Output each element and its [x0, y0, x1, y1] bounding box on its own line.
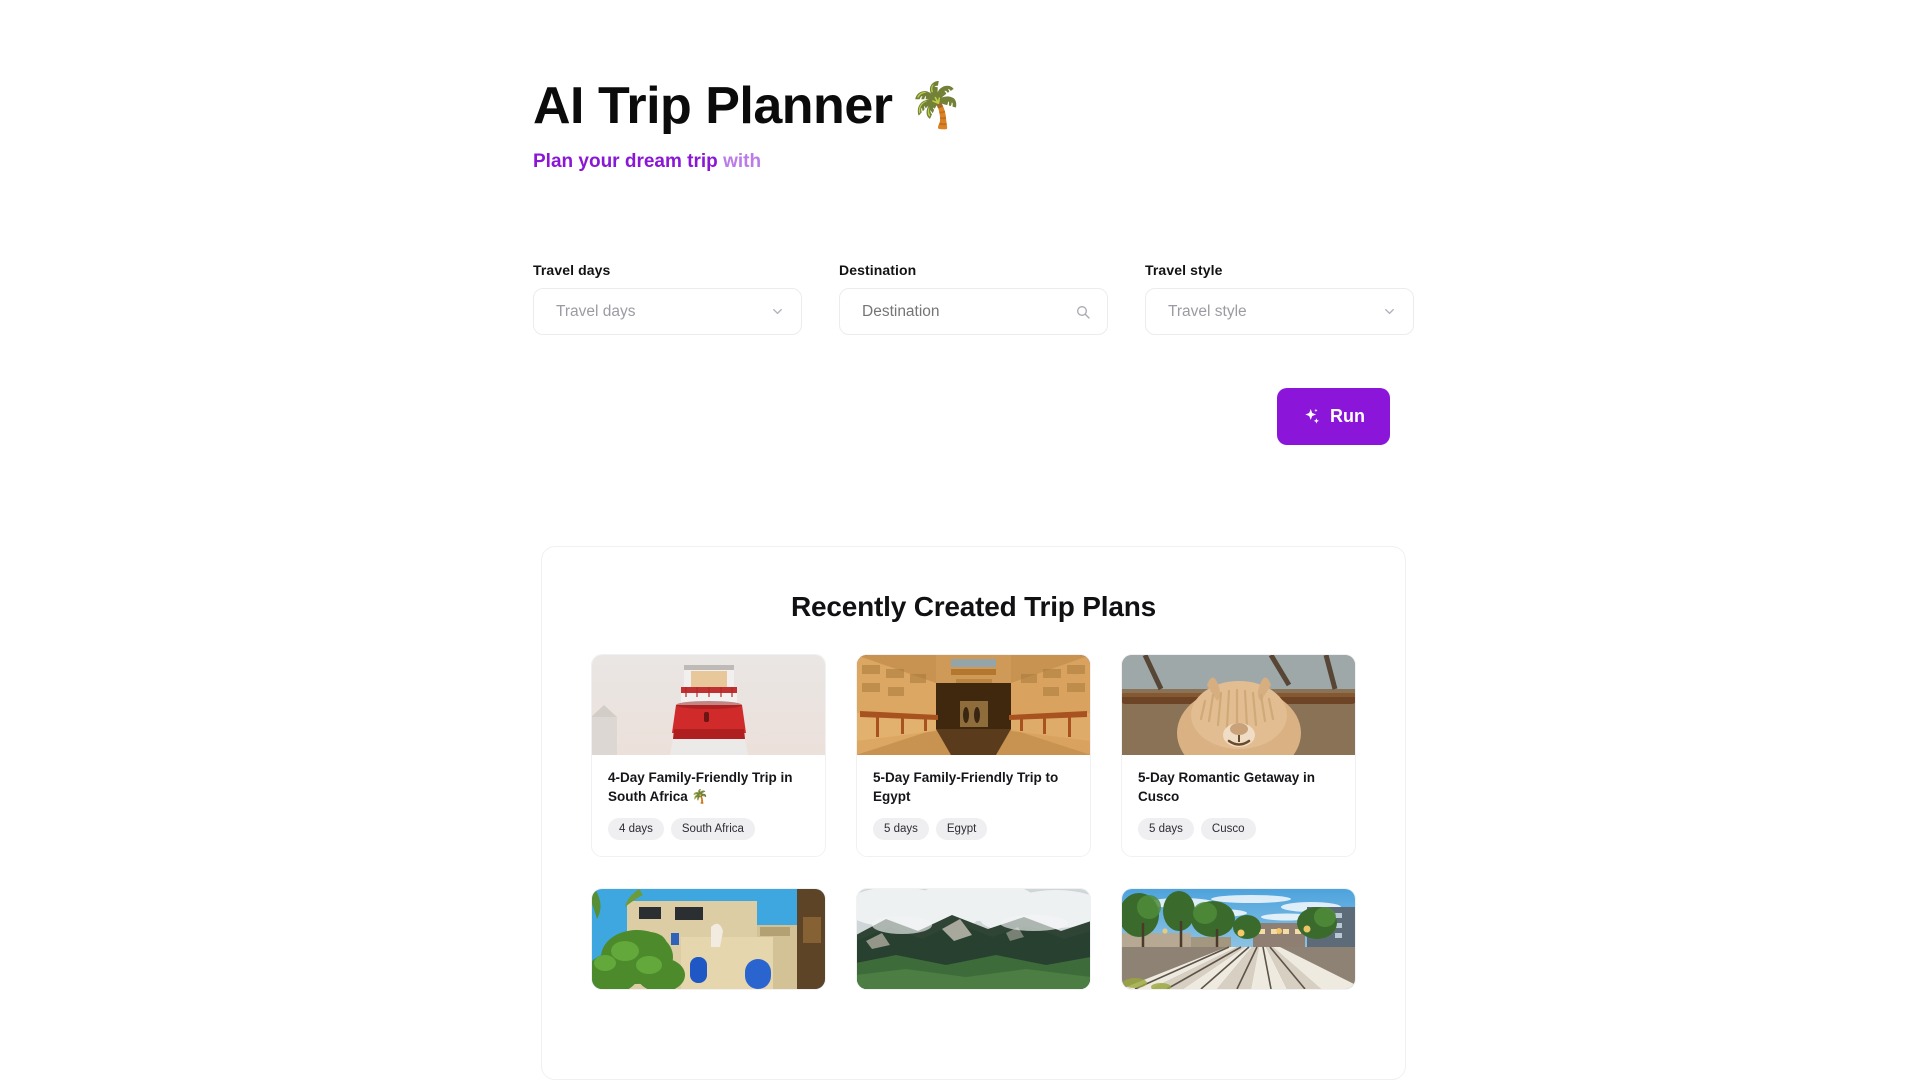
travel-style-value: Travel style	[1168, 302, 1247, 320]
trip-card-tag: 5 days	[1138, 818, 1194, 840]
recent-trips-panel: Recently Created Trip Plans 4-Day Family…	[541, 546, 1406, 1080]
page-subtitle: Plan your dream trip with	[533, 150, 1413, 175]
field-travel-style: Travel style Travel style	[1145, 262, 1414, 335]
trip-card[interactable]	[856, 888, 1091, 990]
trip-card-body: 5-Day Family-Friendly Trip to Egypt 5 da…	[857, 755, 1090, 856]
trip-card-title: 5-Day Romantic Getaway in Cusco	[1138, 770, 1316, 804]
trip-card-image-lighthouse	[592, 655, 825, 755]
palm-tree-icon: 🌴	[908, 81, 963, 131]
trip-card[interactable]: 5-Day Family-Friendly Trip to Egypt 5 da…	[856, 654, 1091, 857]
trip-card-tag: South Africa	[670, 818, 755, 840]
travel-days-select[interactable]: Travel days	[533, 288, 802, 335]
field-label-travel-days: Travel days	[533, 262, 611, 278]
run-button-label: Run	[1330, 406, 1365, 426]
trip-card-tag: Cusco	[1200, 818, 1256, 840]
field-label-travel-style: Travel style	[1145, 262, 1223, 278]
page-header: AI Trip Planner 🌴 Plan your dream trip w…	[533, 78, 1413, 175]
trip-card-body: 4-Day Family-Friendly Trip in South Afri…	[592, 755, 825, 856]
trip-card-title: 5-Day Family-Friendly Trip to Egypt	[873, 770, 1059, 804]
chevron-down-icon	[1385, 308, 1394, 315]
app-root: AI Trip Planner 🌴 Plan your dream trip w…	[0, 0, 1920, 1080]
subtitle-faded: with	[723, 151, 762, 173]
trip-card[interactable]	[591, 888, 826, 990]
field-destination: Destination	[839, 262, 1108, 335]
trip-card-tags: 4 days South Africa	[608, 818, 809, 840]
trip-card-tag: 5 days	[873, 818, 929, 840]
trip-card-image-alpaca	[1122, 655, 1355, 755]
recent-trips-title: Recently Created Trip Plans	[791, 591, 1156, 622]
travel-style-select[interactable]: Travel style	[1145, 288, 1414, 335]
trip-card-image-green-mountains	[857, 889, 1090, 989]
trip-card-image-city-tram-street	[1122, 889, 1355, 989]
trip-card-image-stone-building	[592, 889, 825, 989]
field-travel-days: Travel days Travel days	[533, 262, 802, 335]
page-title: AI Trip Planner 🌴	[533, 78, 1413, 134]
trip-card[interactable]: 5-Day Romantic Getaway in Cusco 5 days C…	[1121, 654, 1356, 857]
trip-card-title: 4-Day Family-Friendly Trip in South Afri…	[608, 770, 793, 804]
sparkle-icon	[1305, 408, 1320, 424]
run-button[interactable]: Run	[1277, 388, 1390, 445]
trip-form: Travel days Travel days Destination Trav…	[533, 262, 1414, 335]
trip-card-body: 5-Day Romantic Getaway in Cusco 5 days C…	[1122, 755, 1355, 856]
destination-input[interactable]	[862, 302, 1075, 321]
destination-search[interactable]	[839, 288, 1108, 335]
field-label-destination: Destination	[839, 262, 917, 278]
trip-card-image-egypt-corridor	[857, 655, 1090, 755]
search-icon	[1077, 305, 1090, 319]
recent-trips-grid: 4-Day Family-Friendly Trip in South Afri…	[591, 654, 1356, 990]
travel-days-value: Travel days	[556, 302, 636, 320]
trip-card[interactable]	[1121, 888, 1356, 990]
chevron-down-icon	[773, 308, 782, 315]
page-title-text: AI Trip Planner	[533, 77, 893, 135]
trip-card[interactable]: 4-Day Family-Friendly Trip in South Afri…	[591, 654, 826, 857]
trip-card-tag: 4 days	[608, 818, 664, 840]
trip-card-tag: Egypt	[935, 818, 988, 840]
trip-card-tags: 5 days Cusco	[1138, 818, 1339, 840]
run-button-wrap: Run	[1277, 388, 1390, 445]
trip-card-tags: 5 days Egypt	[873, 818, 1074, 840]
subtitle-strong: Plan your dream trip	[533, 151, 718, 173]
